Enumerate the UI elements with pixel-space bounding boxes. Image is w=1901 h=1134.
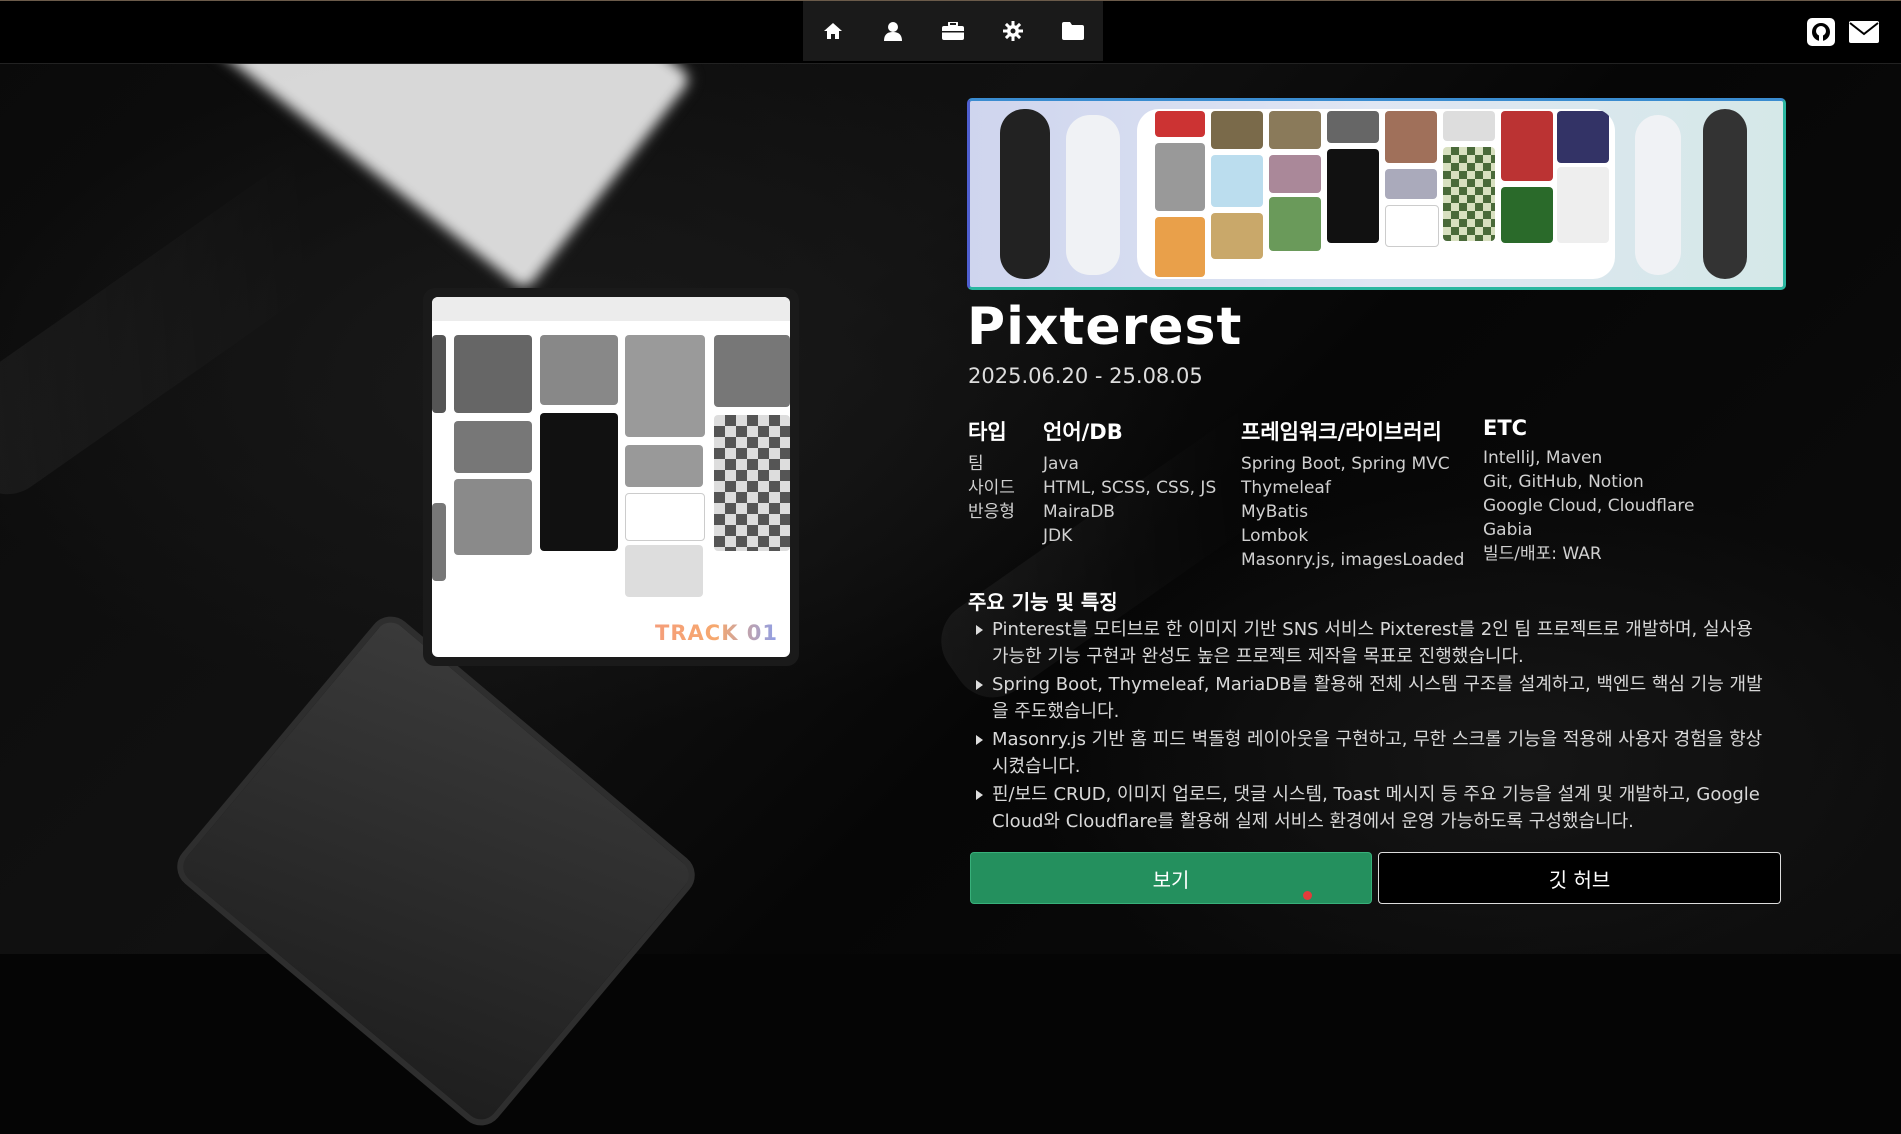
spec-item: Masonry.js, imagesLoaded	[1241, 550, 1465, 570]
spec-item: Java	[1043, 454, 1079, 474]
spec-item: 빌드/배포: WAR	[1483, 544, 1602, 564]
spec-item: Thymeleaf	[1241, 478, 1331, 498]
project-banner	[967, 98, 1786, 290]
spec-item: 팀	[968, 454, 984, 474]
features-list: Pinterest를 모티브로 한 이미지 기반 SNS 서비스 Pixtere…	[972, 616, 1772, 836]
spec-item: Git, GitHub, Notion	[1483, 472, 1644, 492]
spec-language: 언어/DB Java HTML, SCSS, CSS, JS MairaDB J…	[1043, 416, 1216, 548]
spec-item: 사이드	[968, 478, 1015, 498]
github-button[interactable]: 깃 허브	[1378, 852, 1781, 904]
feature-item: Spring Boot, Thymeleaf, MariaDB를 활용해 전체 …	[972, 671, 1772, 725]
spec-item: MairaDB	[1043, 502, 1115, 522]
project-card-current[interactable]: TRACK 01	[423, 288, 799, 666]
gear-icon[interactable]	[993, 11, 1033, 51]
top-bar	[0, 0, 1901, 64]
home-icon[interactable]	[813, 11, 853, 51]
project-date: 2025.06.20 - 25.08.05	[968, 364, 1203, 388]
spec-item: JDK	[1043, 526, 1073, 546]
spec-framework: 프레임워크/라이브러리 Spring Boot, Spring MVC Thym…	[1241, 416, 1464, 572]
spec-etc: ETC IntelliJ, Maven Git, GitHub, Notion …	[1483, 416, 1694, 566]
spec-item: IntelliJ, Maven	[1483, 448, 1603, 468]
cursor-dot	[1303, 891, 1312, 900]
banner-collage	[1137, 109, 1615, 279]
spec-item: Spring Boot, Spring MVC	[1241, 454, 1450, 474]
social-nav	[1807, 1, 1901, 63]
spec-heading: ETC	[1483, 416, 1528, 440]
feature-item: Pinterest를 모티브로 한 이미지 기반 SNS 서비스 Pixtere…	[972, 616, 1772, 670]
folder-icon[interactable]	[1053, 11, 1093, 51]
spec-heading: 프레임워크/라이브러리	[1241, 420, 1442, 444]
main-nav	[803, 1, 1103, 61]
spec-item: Google Cloud, Cloudflare	[1483, 496, 1695, 516]
project-title: Pixterest	[967, 297, 1243, 357]
spec-item: 반응형	[968, 502, 1015, 522]
feature-item: 핀/보드 CRUD, 이미지 업로드, 댓글 시스템, Toast 메시지 등 …	[972, 781, 1772, 835]
features-title: 주요 기능 및 특징	[968, 590, 1118, 614]
spec-heading: 언어/DB	[1043, 420, 1123, 444]
spec-item: Gabia	[1483, 520, 1533, 540]
track-label: TRACK 01	[655, 621, 778, 645]
spec-heading: 타입	[968, 420, 1007, 444]
feature-item: Masonry.js 기반 홈 피드 벽돌형 레이아웃을 구현하고, 무한 스크…	[972, 726, 1772, 780]
spec-item: MyBatis	[1241, 502, 1309, 522]
spec-item: Lombok	[1241, 526, 1309, 546]
briefcase-icon[interactable]	[933, 11, 973, 51]
github-icon[interactable]	[1807, 18, 1835, 46]
spec-type: 타입 팀 사이드 반응형	[968, 416, 1015, 524]
mail-icon[interactable]	[1849, 21, 1879, 43]
user-icon[interactable]	[873, 11, 913, 51]
project-screenshot: TRACK 01	[432, 297, 790, 657]
spec-item: HTML, SCSS, CSS, JS	[1043, 478, 1217, 498]
